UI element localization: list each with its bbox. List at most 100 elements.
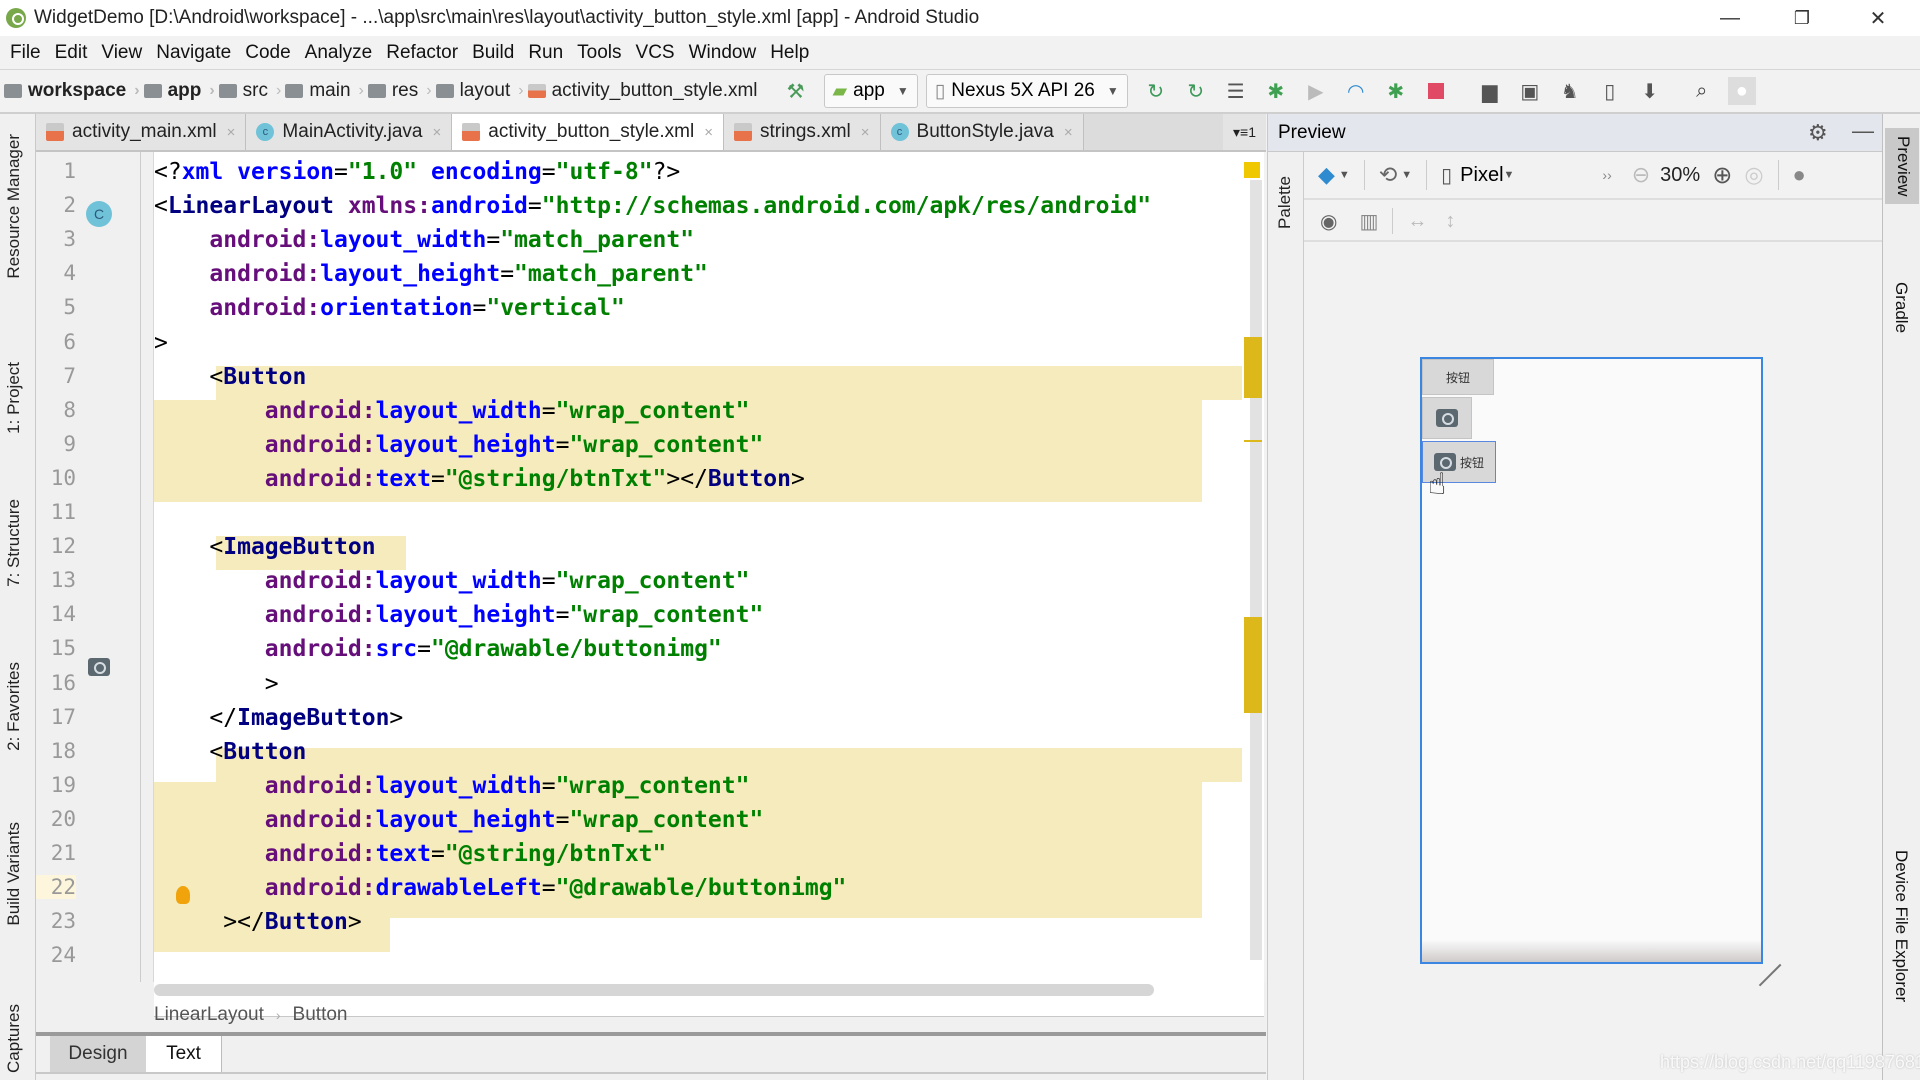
tab-strings-xml[interactable]: strings.xml × <box>723 114 881 150</box>
debug-icon[interactable]: ✱ <box>1262 77 1290 105</box>
zoom-fit-icon[interactable]: ◎ <box>1744 162 1763 188</box>
close-tab-icon[interactable]: × <box>433 124 442 141</box>
tab-overflow-menu[interactable]: ▾≡1 <box>1223 114 1266 150</box>
tool-window-structure[interactable]: 7: Structure <box>4 499 24 587</box>
scrollbar-track[interactable] <box>1250 180 1262 960</box>
orientation-icon[interactable]: ⟲ <box>1379 162 1397 188</box>
layers-icon[interactable]: ◆ <box>1318 162 1335 188</box>
menu-refactor[interactable]: Refactor <box>386 42 458 64</box>
device-select[interactable]: ▯ Nexus 5X API 26 ▼ <box>925 74 1128 108</box>
editor-bottom-bar: LinearLayout › Button Design Text <box>36 982 1266 1080</box>
user-avatar-icon[interactable]: ● <box>1727 77 1756 105</box>
tab-buttonstyle-java[interactable]: c ButtonStyle.java × <box>880 114 1084 150</box>
text-tab[interactable]: Text <box>146 1036 222 1072</box>
menu-analyze[interactable]: Analyze <box>305 42 373 64</box>
more-icon[interactable]: ›› <box>1602 167 1611 183</box>
breadcrumb-item[interactable]: LinearLayout <box>154 1004 264 1026</box>
gradle-sync-icon[interactable]: ♞ <box>1556 77 1584 105</box>
menu-navigate[interactable]: Navigate <box>156 42 231 64</box>
tool-window-palette[interactable]: Palette <box>1275 176 1295 229</box>
apply-code-changes-icon[interactable]: ↻ <box>1182 77 1210 105</box>
zoom-out-icon[interactable]: ⊖ <box>1632 162 1650 188</box>
class-reference-icon[interactable]: C <box>86 201 112 227</box>
minimize-button[interactable]: — <box>1694 0 1766 36</box>
image-preview-icon[interactable] <box>88 658 110 676</box>
resize-handle-icon[interactable] <box>1758 963 1802 1007</box>
code-token: version <box>237 159 335 185</box>
preview-device-select[interactable]: Pixel <box>1460 164 1503 187</box>
menu-run[interactable]: Run <box>528 42 563 64</box>
breadcrumb-label: src <box>242 80 268 101</box>
project-structure-icon[interactable]: ▆ <box>1476 77 1504 105</box>
code-token: text <box>375 841 431 867</box>
breadcrumb-item[interactable]: activity_button_style.xml <box>527 80 758 102</box>
layout-inspector-icon[interactable]: ▣ <box>1516 77 1544 105</box>
menu-build[interactable]: Build <box>472 42 514 64</box>
menu-vcs[interactable]: VCS <box>636 42 675 64</box>
breadcrumb-item[interactable]: app › <box>143 80 215 102</box>
sdk-manager-icon[interactable]: ⬇ <box>1636 77 1664 105</box>
tab-activity-main-xml[interactable]: activity_main.xml × <box>36 114 247 150</box>
breadcrumb-item[interactable]: workspace › <box>4 80 140 102</box>
close-tab-icon[interactable]: × <box>861 124 870 141</box>
design-tab[interactable]: Design <box>50 1036 146 1072</box>
avd-manager-icon[interactable]: ▯ <box>1596 77 1624 105</box>
editor-scrollbar[interactable] <box>1242 152 1264 982</box>
breadcrumb-item[interactable]: res › <box>367 80 432 102</box>
tool-window-captures[interactable]: Captures <box>4 1004 24 1073</box>
gear-icon[interactable]: ⚙ <box>1808 120 1828 146</box>
code-editor[interactable]: <?xml version="1.0" encoding="utf-8"?> <L… <box>154 152 1264 982</box>
menu-window[interactable]: Window <box>689 42 757 64</box>
restore-button[interactable]: ❐ <box>1766 0 1838 36</box>
menu-file[interactable]: File <box>10 42 41 64</box>
tool-window-project[interactable]: 1: Project <box>4 362 24 434</box>
profile-icon[interactable]: ◠ <box>1342 77 1370 105</box>
breadcrumb-item[interactable]: layout › <box>435 80 524 102</box>
line-number: 1 <box>63 159 76 183</box>
preview-image-button[interactable] <box>1422 397 1472 439</box>
attach-debugger-icon[interactable]: ✱ <box>1382 77 1410 105</box>
menu-edit[interactable]: Edit <box>55 42 88 64</box>
apply-changes-icon[interactable]: ↻ <box>1142 77 1170 105</box>
tool-window-preview[interactable]: Preview <box>1885 128 1919 205</box>
minimize-panel-icon[interactable]: — <box>1852 118 1874 144</box>
menu-help[interactable]: Help <box>770 42 809 64</box>
code-token: > <box>154 670 279 697</box>
close-tab-icon[interactable]: × <box>704 124 713 141</box>
line-number: 19 <box>50 772 76 797</box>
breadcrumb-item[interactable]: src › <box>218 80 281 102</box>
menu-tools[interactable]: Tools <box>577 42 621 64</box>
code-token: "http://schemas.android.com/apk/res/andr… <box>541 193 1152 220</box>
hammer-icon[interactable]: ⚒ <box>782 77 810 105</box>
sync-icon[interactable]: ☰ <box>1222 77 1250 105</box>
breadcrumb-item[interactable]: main › <box>285 80 364 102</box>
line-number: 11 <box>50 500 76 524</box>
blueprint-icon[interactable]: ▥ <box>1359 209 1378 234</box>
tab-activity-button-style-xml[interactable]: activity_button_style.xml × <box>452 114 724 150</box>
coverage-icon[interactable]: ▶ <box>1302 77 1330 105</box>
warning-icon[interactable]: ● <box>1793 162 1806 188</box>
breadcrumb-item[interactable]: Button <box>293 1004 348 1026</box>
tab-mainactivity-java[interactable]: c MainActivity.java × <box>246 114 453 150</box>
stop-icon[interactable] <box>1422 77 1450 105</box>
close-tab-icon[interactable]: × <box>227 124 236 141</box>
menu-code[interactable]: Code <box>245 42 290 64</box>
close-tab-icon[interactable]: × <box>1064 124 1073 141</box>
eye-icon[interactable]: ◉ <box>1320 209 1337 234</box>
preview-button[interactable]: 按钮 <box>1422 359 1494 395</box>
resize-horizontal-icon[interactable]: ↔ <box>1407 210 1427 233</box>
hand-cursor-icon: ☝ <box>1428 468 1447 501</box>
tool-window-device-file-explorer[interactable]: Device File Explorer <box>1891 850 1911 1002</box>
resize-vertical-icon[interactable]: ↕ <box>1445 210 1455 233</box>
run-config-select[interactable]: ▰ app ▼ <box>823 74 918 108</box>
android-icon: ▰ <box>832 80 848 102</box>
menu-view[interactable]: View <box>101 42 142 64</box>
tool-window-resource-manager[interactable]: Resource Manager <box>4 134 24 279</box>
close-button[interactable]: ✕ <box>1842 0 1914 36</box>
zoom-in-icon[interactable]: ⊕ <box>1712 161 1732 190</box>
tool-window-gradle[interactable]: Gradle <box>1891 282 1911 333</box>
tool-window-favorites[interactable]: 2: Favorites <box>4 662 24 751</box>
search-icon[interactable]: ⌕ <box>1688 77 1716 105</box>
tool-window-build-variants[interactable]: Build Variants <box>4 822 24 926</box>
